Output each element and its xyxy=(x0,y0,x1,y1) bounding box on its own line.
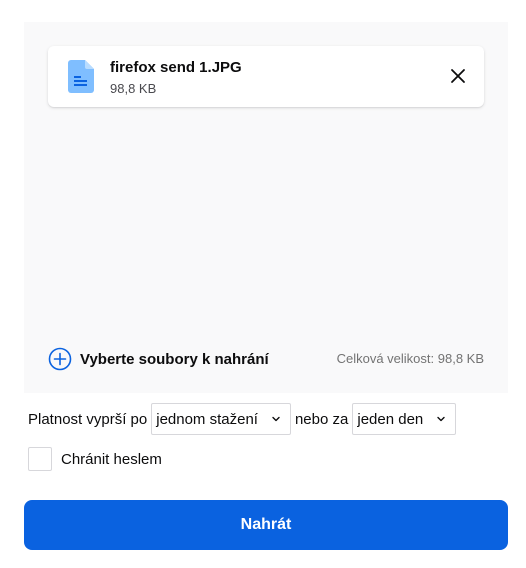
downloads-select-value: jednom stažení xyxy=(156,410,258,428)
upload-area[interactable]: firefox send 1.JPG 98,8 KB Vyberte soubo… xyxy=(24,22,508,393)
file-name: firefox send 1.JPG xyxy=(110,59,242,76)
upload-button[interactable]: Nahrát xyxy=(24,500,508,550)
time-select[interactable]: jeden den xyxy=(352,403,457,435)
file-icon xyxy=(68,60,94,93)
downloads-select[interactable]: jednom stažení xyxy=(151,403,291,435)
password-checkbox[interactable] xyxy=(28,447,52,471)
password-row: Chránit heslem xyxy=(28,447,162,471)
upload-button-label: Nahrát xyxy=(240,516,292,533)
file-card: firefox send 1.JPG 98,8 KB xyxy=(48,46,484,107)
total-size: Celková velikost: 98,8 KB xyxy=(336,351,484,366)
expiry-row: Platnost vyprší po jednom stažení nebo z… xyxy=(28,403,460,435)
file-size: 98,8 KB xyxy=(110,81,157,96)
add-files-label: Vyberte soubory k nahrání xyxy=(80,350,269,368)
add-files-button[interactable]: Vyberte soubory k nahrání xyxy=(48,347,269,371)
close-icon[interactable] xyxy=(448,66,468,86)
add-circle-icon xyxy=(48,347,72,371)
password-label[interactable]: Chránit heslem xyxy=(61,451,162,468)
time-select-value: jeden den xyxy=(357,410,424,428)
expiry-middle: nebo za xyxy=(294,410,349,428)
chevron-down-icon xyxy=(272,416,280,422)
chevron-down-icon xyxy=(437,416,445,422)
expiry-prefix: Platnost vyprší po xyxy=(28,410,148,428)
